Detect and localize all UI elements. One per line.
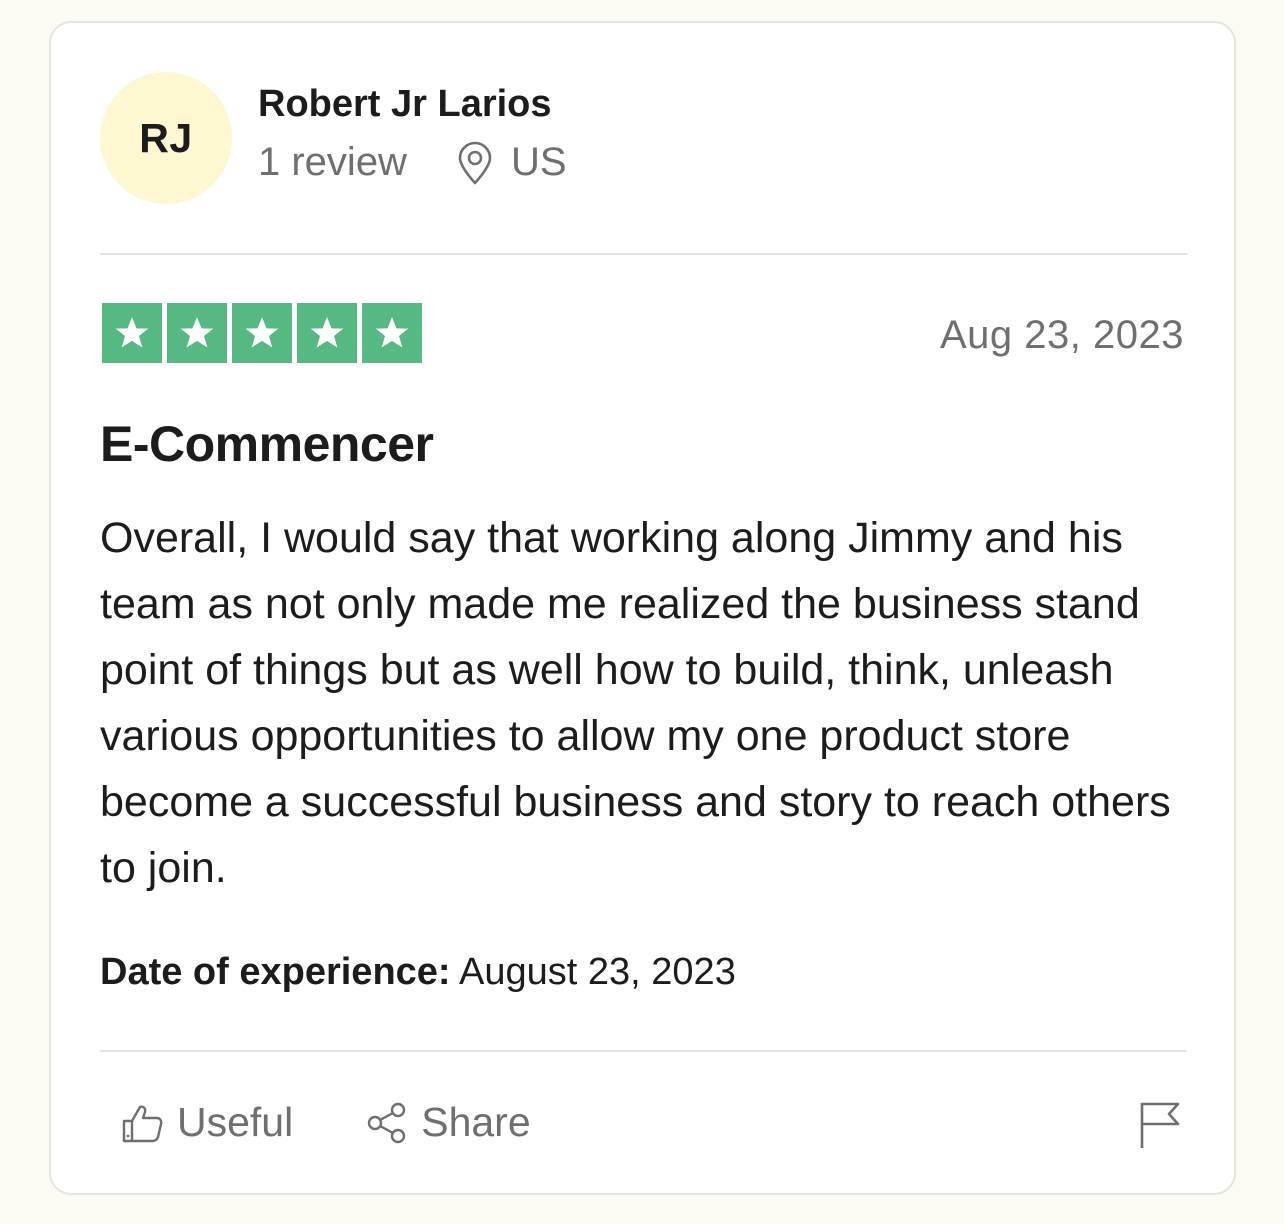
star-rating xyxy=(102,303,427,363)
star-3 xyxy=(232,303,292,363)
avatar-initials: RJ xyxy=(139,114,193,161)
review-card: RJ Robert Jr Larios 1 review US Aug 23, … xyxy=(49,21,1236,1195)
consumer-header: RJ Robert Jr Larios 1 review US xyxy=(100,72,567,204)
flag-icon xyxy=(1140,1102,1180,1148)
footer-divider xyxy=(100,1050,1187,1052)
experience-label: Date of experience: xyxy=(100,951,451,993)
location-pin-icon xyxy=(458,141,492,184)
consumer-location: US xyxy=(457,140,567,185)
star-icon xyxy=(310,317,344,348)
share-button[interactable]: Share xyxy=(365,1099,531,1146)
star-4 xyxy=(297,303,357,363)
report-button[interactable] xyxy=(1138,1100,1182,1155)
header-divider xyxy=(100,253,1187,255)
share-label: Share xyxy=(421,1099,531,1145)
avatar[interactable]: RJ xyxy=(100,72,232,204)
thumbs-up-icon xyxy=(122,1105,163,1142)
country-code: US xyxy=(510,140,567,184)
star-2 xyxy=(167,303,227,363)
consumer-meta: 1 review US xyxy=(258,140,567,185)
review-body: Overall, I would say that working along … xyxy=(100,514,1171,892)
star-icon xyxy=(180,317,214,348)
star-icon xyxy=(115,317,149,348)
share-icon xyxy=(368,1102,406,1143)
consumer-name[interactable]: Robert Jr Larios xyxy=(258,83,567,126)
star-icon xyxy=(375,317,409,348)
useful-label: Useful xyxy=(177,1099,294,1145)
consumer-info: Robert Jr Larios 1 review US xyxy=(258,83,567,185)
review-actions: Useful Share xyxy=(121,1099,531,1146)
review-count: 1 review xyxy=(258,140,407,184)
useful-button[interactable]: Useful xyxy=(121,1099,293,1146)
experience-date: August 23, 2023 xyxy=(459,951,736,993)
star-1 xyxy=(102,303,162,363)
star-5 xyxy=(362,303,422,363)
star-icon xyxy=(245,317,279,348)
date-of-experience: Date of experience: August 23, 2023 xyxy=(100,951,736,994)
review-date: Aug 23, 2023 xyxy=(940,313,1184,357)
review-title[interactable]: E-Commencer xyxy=(100,415,434,473)
